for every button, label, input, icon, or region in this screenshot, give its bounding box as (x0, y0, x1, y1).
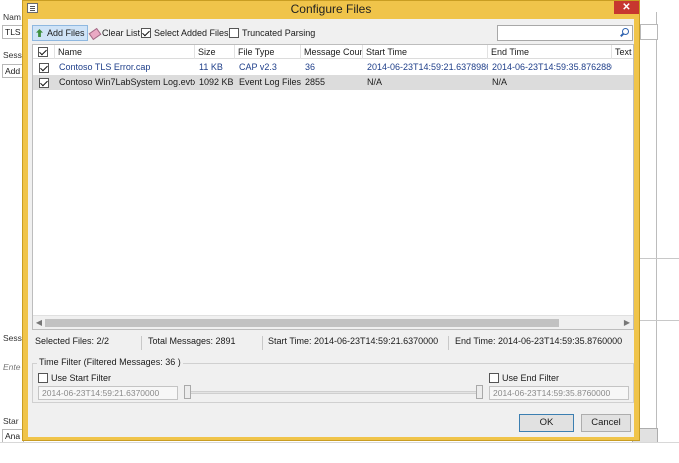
header-select-all[interactable] (33, 45, 55, 59)
select-all-check[interactable] (38, 47, 48, 57)
table-row[interactable]: Contoso Win7LabSystem Log.evtx 1092 KB E… (33, 75, 633, 90)
scrollbar-thumb[interactable] (45, 319, 559, 327)
files-grid: Name Size File Type Message Count Start … (32, 44, 634, 330)
row-size: 1092 KB (199, 77, 234, 87)
time-filter-group: Time Filter (Filtered Messages: 36 ) Use… (32, 357, 634, 403)
add-files-label: Add Files (47, 28, 85, 38)
column-header-end-time[interactable]: End Time (488, 45, 612, 59)
eraser-icon (90, 29, 99, 38)
column-header-size[interactable]: Size (195, 45, 235, 59)
dialog-client-area: Add Files Clear List Select Added Files … (28, 19, 634, 437)
bg-right-field[interactable] (640, 24, 658, 40)
row-checkbox[interactable] (39, 78, 49, 88)
select-added-files-checkbox[interactable]: Select Added Files (141, 25, 229, 41)
column-header-name[interactable]: Name (55, 45, 195, 59)
total-messages-count: Total Messages: 2891 (148, 336, 236, 346)
bg-session-label: Sess (3, 50, 22, 60)
close-button[interactable]: ✕ (614, 1, 639, 14)
background-bottom-bar (0, 442, 679, 463)
bg-add-field[interactable]: Add (2, 64, 24, 78)
bg-right-rule (640, 258, 679, 259)
summary-divider (141, 336, 142, 350)
row-file-type: CAP v2.3 (239, 62, 277, 72)
clear-list-label: Clear List (102, 28, 141, 38)
bg-session-label-2: Sess (3, 333, 22, 343)
scroll-right-icon[interactable]: ▶ (623, 318, 631, 328)
summary-divider (448, 336, 449, 350)
background-left-panel: Nam TLS Sess Add Sess Ente Star Ana (0, 0, 24, 463)
selected-files-count: Selected Files: 2/2 (35, 336, 110, 346)
row-size: 11 KB (199, 62, 223, 72)
ok-button[interactable]: OK (519, 414, 574, 432)
row-end-time: N/A (492, 77, 508, 87)
truncated-parsing-check[interactable] (229, 28, 239, 38)
use-start-filter-checkbox[interactable]: Use Start Filter (38, 373, 111, 383)
start-time-field[interactable]: 2014-06-23T14:59:21.6370000 (38, 386, 178, 400)
use-start-filter-check[interactable] (38, 373, 48, 383)
column-header-file-type[interactable]: File Type (235, 45, 301, 59)
toolbar: Add Files Clear List Select Added Files … (28, 23, 634, 43)
use-end-filter-check[interactable] (489, 373, 499, 383)
row-end-time: 2014-06-23T14:59:35.8762886 (492, 62, 612, 72)
use-end-filter-checkbox[interactable]: Use End Filter (489, 373, 559, 383)
add-files-button[interactable]: Add Files (32, 25, 88, 41)
cancel-button[interactable]: Cancel (581, 414, 631, 432)
bg-enter-hint: Ente (3, 362, 21, 372)
time-filter-title: Time Filter (Filtered Messages: 36 ) (37, 357, 183, 367)
summary-end-time: End Time: 2014-06-23T14:59:35.8760000 (455, 336, 623, 346)
scroll-left-icon[interactable]: ◀ (35, 318, 43, 328)
dialog-title: Configure Files (290, 2, 372, 16)
column-header-text[interactable]: Text (612, 45, 633, 59)
end-time-field[interactable]: 2014-06-23T14:59:35.8760000 (489, 386, 629, 400)
row-start-time: N/A (367, 77, 383, 87)
bg-name-label: Nam (3, 12, 21, 22)
row-name: Contoso TLS Error.cap (59, 62, 151, 72)
dialog-titlebar[interactable]: Configure Files ✕ (23, 1, 639, 17)
bg-right-rule-2 (640, 320, 679, 321)
select-added-files-check[interactable] (141, 28, 151, 38)
summary-bar: Selected Files: 2/2 Total Messages: 2891… (28, 336, 634, 350)
horizontal-scrollbar[interactable]: ◀ ▶ (33, 315, 633, 329)
use-start-filter-label: Use Start Filter (51, 373, 112, 383)
grid-header: Name Size File Type Message Count Start … (33, 45, 633, 59)
search-input[interactable] (497, 25, 633, 41)
row-start-time: 2014-06-23T14:59:21.6378986 (367, 62, 488, 72)
time-range-slider[interactable] (188, 391, 481, 394)
row-message-count: 2855 (305, 77, 326, 87)
select-added-files-label: Select Added Files (154, 28, 229, 38)
search-icon[interactable] (620, 28, 629, 37)
column-header-message-count[interactable]: Message Count (301, 45, 363, 59)
bg-analyze-field[interactable]: Ana (2, 429, 24, 443)
use-end-filter-label: Use End Filter (502, 373, 560, 383)
configure-files-dialog: Configure Files ✕ Add Files Clear List S… (22, 0, 640, 441)
column-header-start-time[interactable]: Start Time (363, 45, 488, 59)
bg-start-label: Star (3, 416, 19, 426)
start-slider-handle[interactable] (184, 385, 191, 399)
background-right-panel (638, 0, 679, 463)
row-message-count: 36 (305, 62, 316, 72)
bg-right-divider (656, 12, 657, 442)
table-row[interactable]: Contoso TLS Error.cap 11 KB CAP v2.3 36 … (33, 60, 633, 75)
row-name: Contoso Win7LabSystem Log.evtx (59, 77, 195, 87)
summary-divider (262, 336, 263, 350)
row-checkbox[interactable] (39, 63, 49, 73)
bg-name-field[interactable]: TLS (2, 25, 24, 39)
truncated-parsing-label: Truncated Parsing (242, 28, 316, 38)
add-arrow-icon (35, 28, 45, 38)
truncated-parsing-checkbox[interactable]: Truncated Parsing (229, 25, 315, 41)
row-file-type: Event Log Files (239, 77, 301, 87)
clear-list-button[interactable]: Clear List (88, 25, 142, 41)
summary-start-time: Start Time: 2014-06-23T14:59:21.6370000 (268, 336, 439, 346)
end-slider-handle[interactable] (476, 385, 483, 399)
